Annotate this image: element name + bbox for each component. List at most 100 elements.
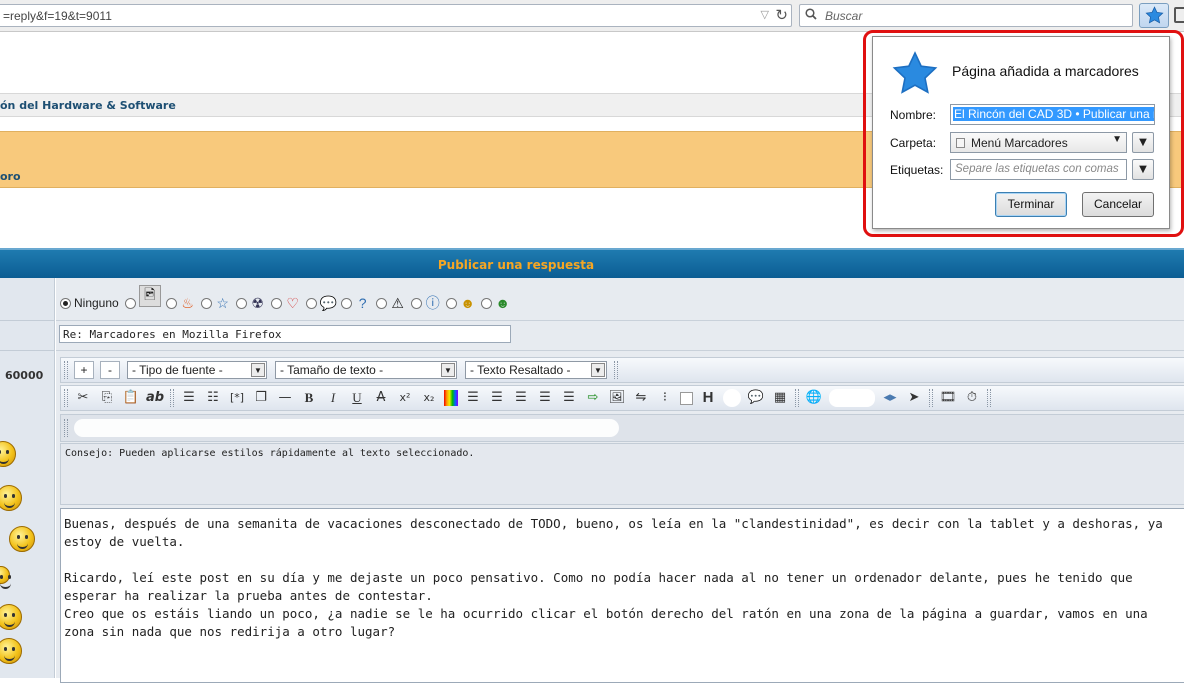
radio-button[interactable] (270, 297, 282, 309)
radio-button[interactable] (165, 297, 177, 309)
radio-button[interactable] (445, 297, 457, 309)
superscript-icon[interactable]: x² (396, 389, 414, 407)
bold-icon[interactable]: B (300, 389, 318, 407)
bookmark-name-value: El Rincón del CAD 3D • Publicar una r (953, 107, 1154, 121)
smiley-icon[interactable] (0, 566, 11, 589)
toolbar-gripper[interactable] (929, 389, 933, 407)
url-text: =reply&f=19&t=9011 (3, 9, 112, 23)
web-link-icon[interactable]: 🌐 (805, 389, 823, 407)
wink-smiley-icon: ☻ (460, 295, 476, 311)
radio-button[interactable] (340, 297, 352, 309)
paste-icon[interactable]: 📋 (122, 389, 140, 407)
image-insert-icon[interactable]: 🖼 (608, 389, 626, 407)
align-left-icon[interactable]: ☰ (488, 389, 506, 407)
toolbar-gripper[interactable] (64, 361, 68, 379)
justify-icon[interactable]: ☰ (464, 389, 482, 407)
radiation-icon: ☢ (251, 295, 264, 311)
forum-nav-link[interactable]: ón del Hardware & Software (0, 99, 176, 112)
indent-icon[interactable]: ☰ (560, 389, 578, 407)
checkbox-icon[interactable] (680, 391, 693, 405)
tags-expand-button[interactable]: ▼ (1132, 159, 1154, 180)
smiley-icon[interactable] (0, 485, 22, 511)
radio-button[interactable] (410, 297, 422, 309)
link-icon[interactable]: ⇨ (584, 389, 602, 407)
pointer-icon[interactable]: ➤ (905, 389, 923, 407)
toolbar-gripper[interactable] (987, 389, 991, 407)
url-bar[interactable]: =reply&f=19&t=9011 ▽ ↻ (0, 4, 792, 27)
spellcheck-icon[interactable]: ab (146, 389, 164, 407)
subject-input[interactable]: Re: Marcadores en Mozilla Firefox (59, 325, 511, 343)
stopwatch-icon[interactable]: ⏱ (963, 389, 981, 407)
align-center-icon[interactable]: ☰ (512, 389, 530, 407)
heading-icon[interactable]: H (699, 389, 717, 407)
font-type-select[interactable]: - Tipo de fuente - ▼ (127, 361, 267, 379)
table-icon[interactable]: ▦ (771, 389, 789, 407)
underline-icon[interactable]: U (348, 389, 366, 407)
url-dropdown-icon[interactable]: ▽ (761, 8, 769, 21)
increase-button[interactable]: + (74, 361, 94, 379)
message-textarea[interactable]: Buenas, después de una semanita de vacac… (60, 508, 1184, 683)
cancel-button[interactable]: Cancelar (1082, 192, 1154, 217)
divider (0, 320, 55, 321)
strikethrough-icon[interactable]: A (372, 389, 390, 407)
forum-banner-text: oro (0, 170, 21, 183)
section-title: Publicar una respuesta (437, 258, 595, 272)
name-label: Nombre: (890, 108, 937, 122)
film-icon[interactable]: 🎞 (939, 389, 957, 407)
list-item-icon[interactable]: [*] (228, 389, 246, 407)
info-icon: ⓘ (425, 295, 440, 311)
folder-expand-button[interactable]: ▼ (1132, 132, 1154, 153)
radio-button[interactable] (60, 297, 71, 309)
italic-icon[interactable]: I (324, 389, 342, 407)
smiley-icon[interactable] (0, 604, 22, 630)
smiley-icon[interactable] (9, 526, 35, 552)
browser-toolbar: =reply&f=19&t=9011 ▽ ↻ Buscar (0, 0, 1184, 32)
reload-icon[interactable]: ↻ (775, 6, 788, 24)
emoticon-icon[interactable]: 💬 (747, 389, 765, 407)
bullet-list-icon[interactable]: ☰ (180, 389, 198, 407)
format-toolbar-3 (60, 414, 1184, 442)
horizontal-rule-icon[interactable]: — (276, 389, 294, 407)
done-button[interactable]: Terminar (995, 192, 1067, 217)
numbered-list-icon[interactable]: ☷ (204, 389, 222, 407)
smiley-icon[interactable] (0, 638, 22, 664)
subscript-icon[interactable]: x₂ (420, 389, 438, 407)
radio-button[interactable] (200, 297, 212, 309)
radio-button[interactable] (375, 297, 387, 309)
toolbar-gripper[interactable] (170, 389, 174, 407)
font-size-value: - Tamaño de texto - (280, 363, 384, 377)
code-icon[interactable]: ⇋ (632, 389, 650, 407)
speech-bubble-icon: 💬 (319, 295, 338, 311)
font-size-select[interactable]: - Tamaño de texto - ▼ (275, 361, 457, 379)
bookmark-name-input[interactable]: El Rincón del CAD 3D • Publicar una r (950, 104, 1155, 125)
search-bar[interactable]: Buscar (799, 4, 1133, 27)
chevron-down-icon: ▼ (591, 363, 605, 377)
list-indent-icon[interactable]: ⁝ (656, 389, 674, 407)
blank-icon[interactable] (723, 389, 741, 407)
copy-icon[interactable]: ⎘ (98, 389, 116, 407)
align-right-icon[interactable]: ☰ (536, 389, 554, 407)
quote-icon[interactable]: ❐ (252, 389, 270, 407)
blank-icon[interactable] (829, 389, 875, 407)
radio-button[interactable] (124, 297, 136, 309)
decrease-button[interactable]: - (100, 361, 120, 379)
cut-icon[interactable]: ✂ (74, 389, 92, 407)
highlight-select[interactable]: - Texto Resaltado - ▼ (465, 361, 607, 379)
radio-button[interactable] (235, 297, 247, 309)
toolbar-gripper[interactable] (614, 361, 618, 379)
color-icon[interactable] (444, 390, 458, 406)
radio-button[interactable] (305, 297, 317, 309)
tags-input[interactable]: Separe las etiquetas con comas (950, 159, 1127, 180)
toolbar-gripper[interactable] (64, 419, 68, 437)
library-icon[interactable] (1174, 7, 1184, 23)
smiley-icon[interactable] (0, 441, 16, 467)
radio-button[interactable] (480, 297, 492, 309)
toolbar-gripper[interactable] (795, 389, 799, 407)
folder-select[interactable]: Menú Marcadores ▼ (950, 132, 1127, 153)
folder-value: Menú Marcadores (971, 136, 1068, 150)
bookmark-star-button[interactable] (1139, 3, 1169, 28)
warning-icon: ⚠ (391, 295, 404, 311)
toolbar-gripper[interactable] (64, 389, 68, 407)
arrows-icon[interactable]: ◂▸ (881, 389, 899, 407)
tip-panel: Consejo: Pueden aplicarse estilos rápida… (60, 443, 1184, 505)
